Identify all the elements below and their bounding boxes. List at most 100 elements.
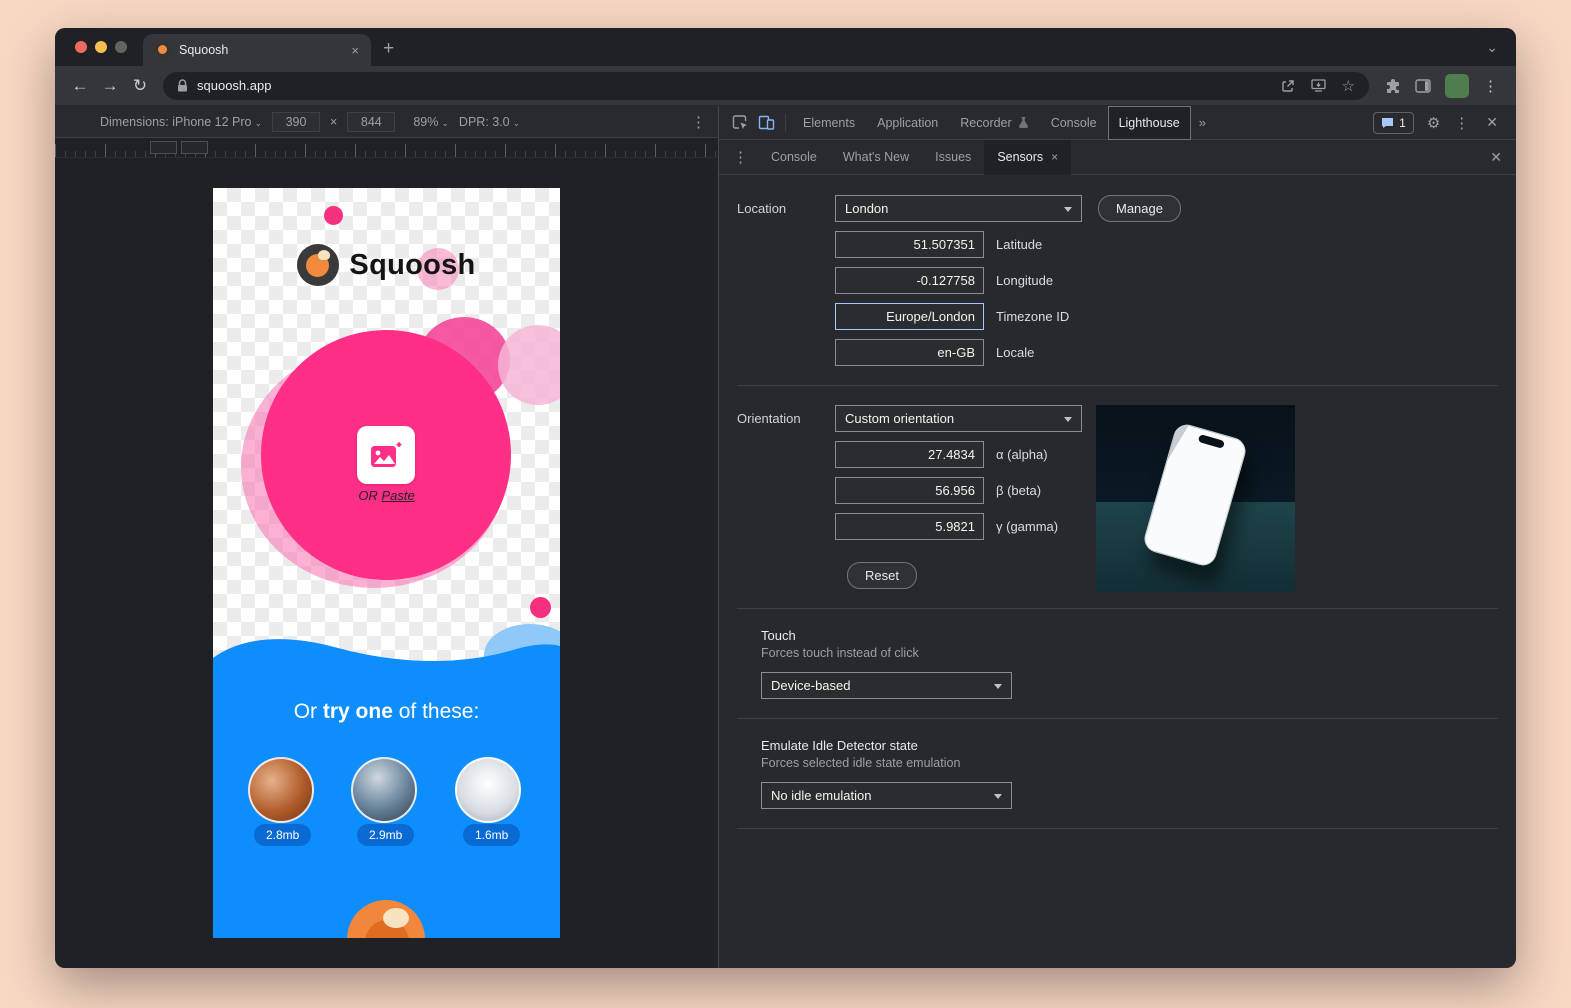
- settings-gear-icon[interactable]: ⚙: [1420, 114, 1447, 132]
- device-emulation-pane: Dimensions: iPhone 12 Pro⌄ 390 × 844 89%…: [55, 106, 718, 968]
- minimize-window-button[interactable]: [95, 41, 107, 53]
- new-tab-button[interactable]: +: [371, 38, 394, 66]
- location-section: Location London Manage Latitude Longit: [737, 195, 1498, 366]
- browser-toolbar: ← → ↻ squoosh.app ☆: [55, 66, 1516, 106]
- beta-input[interactable]: [835, 477, 984, 504]
- zoom-window-button[interactable]: [115, 41, 127, 53]
- device-toolbar-toggle-icon[interactable]: [753, 110, 779, 136]
- sample-image-person[interactable]: [351, 757, 417, 823]
- close-sensors-tab-icon[interactable]: ×: [1051, 150, 1058, 164]
- browser-menu-icon[interactable]: ⋮: [1483, 77, 1498, 95]
- reload-button[interactable]: ↻: [125, 71, 155, 101]
- address-bar[interactable]: squoosh.app ☆: [163, 72, 1369, 100]
- pink-dot-decoration: [324, 206, 343, 225]
- timezone-label: Timezone ID: [996, 309, 1069, 324]
- device-toolbar-menu-icon[interactable]: ⋮: [691, 113, 706, 131]
- reset-button[interactable]: Reset: [847, 562, 917, 589]
- orientation-select[interactable]: Custom orientation: [835, 405, 1082, 432]
- install-app-icon[interactable]: [1311, 79, 1326, 92]
- forward-button[interactable]: →: [95, 71, 125, 101]
- tab-elements[interactable]: Elements: [792, 106, 866, 140]
- location-select[interactable]: London: [835, 195, 1082, 222]
- dpr-select[interactable]: DPR: 3.0⌄: [459, 115, 520, 129]
- paste-link[interactable]: Paste: [381, 488, 414, 503]
- caret-down-icon: ⌄: [254, 118, 262, 128]
- tab-strip: Squoosh × + ⌄: [55, 28, 1516, 66]
- image-upload-button[interactable]: [357, 426, 415, 484]
- preview-phone-model: [1141, 421, 1249, 568]
- bookmark-star-icon[interactable]: ☆: [1342, 77, 1355, 95]
- latitude-label: Latitude: [996, 237, 1042, 252]
- tab-recorder[interactable]: Recorder: [949, 106, 1039, 140]
- alpha-label: α (alpha): [996, 447, 1048, 462]
- close-window-button[interactable]: [75, 41, 87, 53]
- tab-console[interactable]: Console: [1040, 106, 1108, 140]
- orientation-phone-preview[interactable]: [1096, 405, 1295, 592]
- squoosh-favicon-icon: [155, 42, 171, 58]
- location-label: Location: [737, 195, 835, 366]
- horizontal-ruler: [55, 138, 718, 158]
- lock-icon: [177, 79, 188, 92]
- sample-image-panda[interactable]: [248, 757, 314, 823]
- orientation-section: Orientation Custom orientation α (alpha)…: [737, 405, 1498, 589]
- phone-notch: [1198, 434, 1225, 449]
- pink-dot-decoration: [530, 597, 551, 618]
- close-devtools-icon[interactable]: ✕: [1476, 114, 1508, 131]
- or-paste-text: OR Paste: [213, 488, 560, 503]
- touch-section: Touch Forces touch instead of click Devi…: [761, 628, 1498, 699]
- more-tabs-icon[interactable]: »: [1191, 115, 1214, 130]
- profile-avatar[interactable]: [1445, 74, 1469, 98]
- side-panel-icon[interactable]: [1415, 79, 1431, 93]
- close-drawer-icon[interactable]: ✕: [1480, 149, 1512, 166]
- zoom-select[interactable]: 89%⌄: [413, 115, 449, 129]
- locale-input[interactable]: [835, 339, 984, 366]
- latitude-input[interactable]: [835, 231, 984, 258]
- inspect-element-icon[interactable]: [727, 110, 753, 136]
- back-button[interactable]: ←: [65, 71, 95, 101]
- locale-label: Locale: [996, 345, 1034, 360]
- alpha-input[interactable]: [835, 441, 984, 468]
- touch-title: Touch: [761, 628, 1498, 643]
- timezone-input[interactable]: [835, 303, 984, 330]
- traffic-lights: [55, 41, 143, 66]
- ruler-corner-box: [181, 141, 208, 154]
- ruler-corner-box: [150, 141, 177, 154]
- drawer-tab-sensors[interactable]: Sensors ×: [984, 140, 1071, 175]
- drawer-tab-issues[interactable]: Issues: [922, 140, 984, 175]
- url-text: squoosh.app: [197, 78, 271, 93]
- open-in-new-icon[interactable]: [1281, 79, 1295, 93]
- tab-application[interactable]: Application: [866, 106, 949, 140]
- browser-tab[interactable]: Squoosh ×: [143, 34, 371, 66]
- orientation-label: Orientation: [737, 405, 835, 589]
- manage-button[interactable]: Manage: [1098, 195, 1181, 222]
- sample-size-badge: 1.6mb: [463, 824, 520, 846]
- idle-select[interactable]: No idle emulation: [761, 782, 1012, 809]
- longitude-label: Longitude: [996, 273, 1053, 288]
- tab-close-icon[interactable]: ×: [351, 43, 359, 58]
- add-image-icon: [370, 441, 402, 469]
- drawer-menu-icon[interactable]: ⋮: [723, 148, 758, 166]
- drawer-tab-whats-new[interactable]: What's New: [830, 140, 922, 175]
- squoosh-logo: Squoosh: [213, 244, 560, 286]
- longitude-input[interactable]: [835, 267, 984, 294]
- viewport-height-input[interactable]: 844: [347, 112, 395, 132]
- viewport-width-input[interactable]: 390: [272, 112, 320, 132]
- drawer-tab-console[interactable]: Console: [758, 140, 830, 175]
- touch-select[interactable]: Device-based: [761, 672, 1012, 699]
- experiment-flask-icon: [1018, 116, 1029, 129]
- emulated-viewport: Squoosh OR Paste: [213, 188, 560, 938]
- dimensions-times: ×: [330, 115, 337, 129]
- message-bubble-icon: [1381, 117, 1394, 129]
- sample-image-screenshot[interactable]: [455, 757, 521, 823]
- tab-lighthouse[interactable]: Lighthouse: [1108, 106, 1191, 140]
- gamma-input[interactable]: [835, 513, 984, 540]
- device-select[interactable]: Dimensions: iPhone 12 Pro⌄: [100, 115, 262, 129]
- idle-subtitle: Forces selected idle state emulation: [761, 756, 1498, 770]
- section-divider: [737, 828, 1498, 829]
- browser-window: Squoosh × + ⌄ ← → ↻ squoosh.app ☆: [55, 28, 1516, 968]
- devtools-menu-icon[interactable]: ⋮: [1447, 114, 1476, 132]
- tab-search-icon[interactable]: ⌄: [1486, 39, 1516, 66]
- extensions-puzzle-icon[interactable]: [1385, 78, 1401, 94]
- idle-title: Emulate Idle Detector state: [761, 738, 1498, 753]
- issues-counter-button[interactable]: 1: [1373, 112, 1414, 134]
